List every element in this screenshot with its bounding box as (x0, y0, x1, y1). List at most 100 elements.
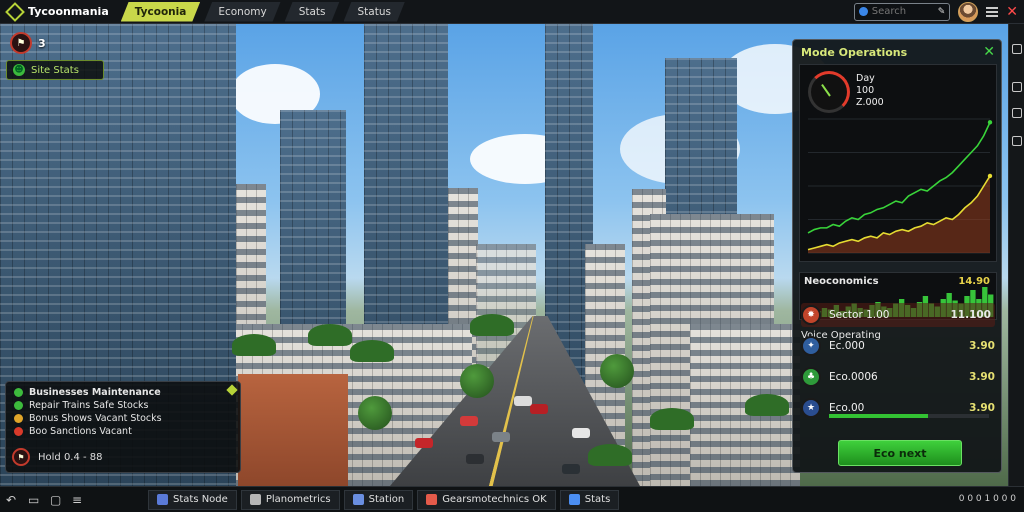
taskbar-item[interactable]: Stats Node (148, 489, 237, 510)
growth-chart: Day 100 Z.000 (799, 64, 997, 262)
tab-stats[interactable]: Stats (285, 2, 340, 22)
palm-tree (232, 334, 276, 356)
back-icon[interactable]: ↶ (6, 494, 18, 506)
menu-icon[interactable] (986, 6, 999, 17)
avatar[interactable] (958, 1, 979, 22)
taskbar-item-label: Stats Node (173, 494, 228, 505)
hold-label: Hold 0.4 - 88 (38, 451, 103, 463)
bars-icon[interactable]: ≡ (72, 494, 84, 506)
stat-value: 3.90 (969, 402, 995, 414)
list-item-label: Bonus Shows Vacant Stocks (29, 413, 162, 424)
star-icon: ★ (801, 398, 821, 418)
side-tool-icon[interactable] (1012, 44, 1022, 54)
app-title: Tycoonmania (28, 5, 109, 18)
stat-value: 11.100 (950, 309, 991, 321)
eco-next-button[interactable]: Eco next (838, 440, 962, 466)
car (460, 416, 478, 426)
car (492, 432, 510, 442)
walker-icon: ☻ (13, 64, 25, 76)
close-icon[interactable]: ✕ (1006, 5, 1018, 19)
status-dot (14, 388, 23, 397)
taskbar-item-label: Station (368, 494, 405, 505)
gauge-label-sub: Z.000 (856, 97, 884, 108)
app-logo[interactable]: Tycoonmania (0, 0, 117, 24)
energy-icon: ✦ (801, 336, 821, 356)
status-dot (14, 414, 23, 423)
search-input[interactable] (871, 6, 934, 17)
economics-value: 14.90 (958, 276, 990, 287)
gauge-label-value: 100 (856, 85, 875, 96)
stat-label: Ec.000 (829, 340, 865, 352)
taskbar-item-label: Stats (584, 494, 611, 505)
series-area (808, 175, 990, 253)
globe-icon (859, 7, 868, 16)
taskbar-item[interactable]: Stats (559, 489, 620, 510)
car (514, 396, 532, 406)
stat-value: 3.90 (969, 340, 995, 352)
app-icon (157, 494, 168, 505)
tab-economy[interactable]: Economy (204, 2, 280, 22)
taskbar-item-label: Gearsmotechnics OK (442, 494, 547, 505)
stat-row[interactable]: ✸ Sector 1.00 11.100 (801, 303, 995, 327)
alert-count: 3 (38, 36, 46, 50)
system-tray: 0 0 0 1 0 0 0 (958, 494, 1016, 504)
stat-row[interactable]: ✦ Ec.000 3.90 (801, 334, 995, 358)
list-item[interactable]: Boo Sanctions Vacant (14, 425, 232, 438)
side-tool-icon[interactable] (1012, 136, 1022, 146)
taskbar-item[interactable]: Planometrics (240, 489, 340, 510)
progress-bar (829, 414, 989, 418)
window-icon[interactable]: ▭ (28, 494, 40, 506)
stat-label: Sector 1.00 (829, 309, 890, 321)
list-item[interactable]: Repair Trains Safe Stocks (14, 399, 232, 412)
list-item-label: Boo Sanctions Vacant (29, 426, 132, 437)
palm-tree (470, 314, 514, 336)
search-box[interactable]: ✎ (854, 2, 951, 21)
alert-icon: ⚑ (10, 32, 32, 54)
eco-icon: ♣ (801, 367, 821, 387)
top-bar: Tycoonmania Tycoonia Economy Stats Statu… (0, 0, 1024, 24)
stat-row[interactable]: ♣ Eco.0006 3.90 (801, 365, 995, 389)
side-tool-icon[interactable] (1012, 82, 1022, 92)
hold-icon[interactable]: ⚑ (12, 448, 30, 466)
palm-tree (308, 324, 352, 346)
site-stats-button[interactable]: ☻ Site Stats (6, 60, 104, 80)
palm-tree (745, 394, 789, 416)
app-icon (426, 494, 438, 505)
taskbar-item[interactable]: Station (343, 489, 414, 510)
maintenance-title: Businesses Maintenance (29, 387, 161, 398)
car (530, 404, 548, 414)
panel-title: Mode Operations (801, 46, 908, 59)
economics-title: Neoconomics (804, 276, 879, 287)
operations-panel: Mode Operations ✕ Day 100 Z.000 Neoconom… (792, 39, 1002, 473)
stat-label: Eco.0006 (829, 371, 878, 383)
palm-tree (588, 444, 632, 466)
tab-status[interactable]: Status (344, 2, 405, 22)
taskbar-item[interactable]: Gearsmotechnics OK (417, 489, 556, 510)
side-toolbar (1008, 24, 1024, 486)
list-item-label: Repair Trains Safe Stocks (29, 400, 149, 411)
tree (358, 396, 392, 430)
palm-tree (650, 408, 694, 430)
palm-tree (350, 340, 394, 362)
tab-tycoonia[interactable]: Tycoonia (121, 2, 201, 22)
car (562, 464, 580, 474)
edit-icon[interactable]: ✎ (938, 7, 946, 17)
side-tool-icon[interactable] (1012, 108, 1022, 118)
site-stats-label: Site Stats (31, 64, 79, 76)
status-dot (14, 427, 23, 436)
alerts-button[interactable]: ⚑ 3 (10, 32, 46, 54)
tree (600, 354, 634, 388)
car (466, 454, 484, 464)
close-icon[interactable]: ✕ (983, 44, 995, 60)
maintenance-footer: ⚑ Hold 0.4 - 88 (12, 448, 103, 466)
stat-label: Eco.00 (829, 402, 865, 414)
maintenance-panel: Businesses Maintenance Repair Trains Saf… (5, 381, 241, 473)
progress-fill (829, 414, 929, 418)
sector-icon: ✸ (801, 305, 821, 325)
tree (460, 364, 494, 398)
folder-icon[interactable]: ▢ (50, 494, 62, 506)
gauge-icon (808, 71, 850, 113)
series-end-point (987, 120, 993, 125)
car (415, 438, 433, 448)
list-item[interactable]: Bonus Shows Vacant Stocks (14, 412, 232, 425)
